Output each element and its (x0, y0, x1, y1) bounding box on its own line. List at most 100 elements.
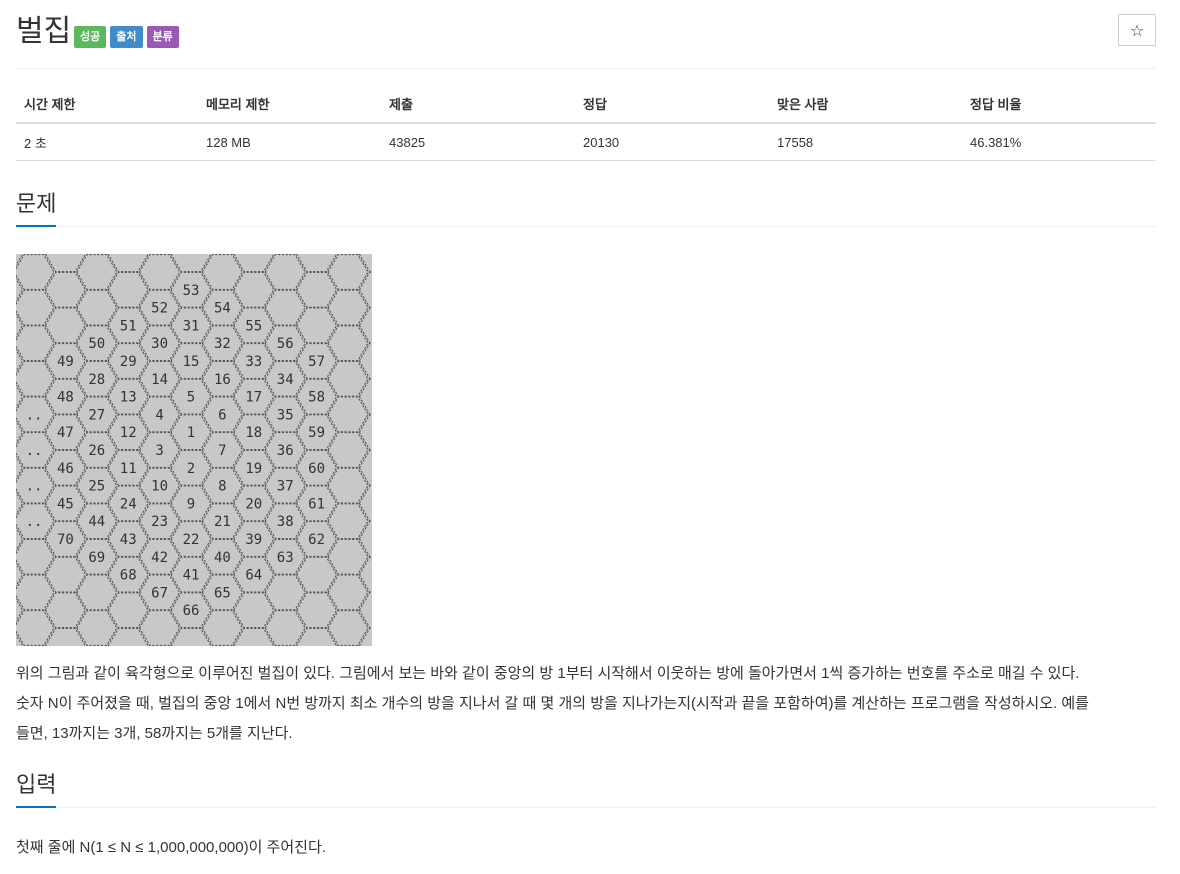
cell-number: 42 (151, 550, 168, 566)
cell-number: 19 (245, 461, 262, 477)
cell-number: 10 (151, 479, 168, 495)
cell-number: 25 (88, 479, 105, 495)
input-section-title: 입력 (16, 770, 57, 808)
cell-number: 70 (57, 532, 74, 548)
value-time-limit: 2 초 (16, 123, 198, 161)
cell-number: 60 (308, 461, 325, 477)
label-success[interactable]: 성공 (74, 26, 107, 48)
cell-number: 59 (308, 425, 325, 441)
cell-number: 41 (183, 568, 200, 584)
cell-number: 28 (88, 372, 105, 388)
header-time-limit: 시간 제한 (16, 84, 198, 124)
cell-number: 24 (120, 496, 137, 512)
problem-title: 벌집 (16, 15, 72, 48)
description-line-1: 위의 그림과 같이 육각형으로 이루어진 벌집이 있다. 그림에서 보는 바와 … (16, 665, 1080, 682)
cell-number: 3 (155, 443, 163, 459)
info-value-row: 2 초 128 MB 43825 20130 17558 46.381% (16, 123, 1156, 161)
cell-number: 69 (88, 550, 105, 566)
cell-number: 11 (120, 461, 137, 477)
problem-page: 벌집 성공 출처 분류 ☆ 시간 제한 메모리 제한 제출 정답 맞은 사람 정… (16, 0, 1156, 856)
cell-number: 15 (183, 354, 200, 370)
cell-number: 18 (245, 425, 262, 441)
cell-number: 6 (218, 407, 226, 423)
info-header-row: 시간 제한 메모리 제한 제출 정답 맞은 사람 정답 비율 (16, 84, 1156, 124)
cell-number: 14 (151, 372, 168, 388)
honeycomb-image: 5352 5451 31 5550 30 32 5649 29 15 33 5728 14 16 3448… (16, 254, 372, 646)
value-solved-users: 17558 (769, 123, 962, 161)
cell-number: 8 (218, 479, 226, 495)
cell-number: 34 (277, 372, 294, 388)
problem-description: 위의 그림과 같이 육각형으로 이루어진 벌집이 있다. 그림에서 보는 바와 … (16, 659, 1166, 749)
cell-number: 62 (308, 532, 325, 548)
cell-number: 32 (214, 336, 231, 352)
header-accepted: 정답 (575, 84, 769, 124)
cell-number: 5 (187, 390, 195, 406)
input-description: 첫째 줄에 N(1 ≤ N ≤ 1,000,000,000)이 주어진다. (16, 839, 326, 856)
cell-number: 49 (57, 354, 74, 370)
cell-number: 37 (277, 479, 294, 495)
cell-number: 63 (277, 550, 294, 566)
cell-number: 4 (155, 407, 163, 423)
cell-number: 29 (120, 354, 137, 370)
cell-number: 66 (183, 603, 200, 619)
cell-number: 39 (245, 532, 262, 548)
cell-number: 54 (214, 301, 231, 317)
cell-number: 47 (57, 425, 74, 441)
cell-number: 12 (120, 425, 137, 441)
cell-number: 65 (214, 585, 231, 601)
favorite-button[interactable]: ☆ (1118, 14, 1156, 46)
cell-number: 50 (88, 336, 105, 352)
value-submissions: 43825 (381, 123, 575, 161)
cell-number: 2 (187, 461, 195, 477)
cell-number: 9 (187, 496, 195, 512)
cell-number: 67 (151, 585, 168, 601)
cell-number: 36 (277, 443, 294, 459)
honeycomb-figure: 53 52 54 51 31 55 50 30 32 56 49 29 15 33 57 28 14 16 34 48… (16, 254, 372, 646)
cell-number: 46 (57, 461, 74, 477)
value-accepted: 20130 (575, 123, 769, 161)
label-source[interactable]: 출처 (110, 26, 143, 48)
cell-number: 40 (214, 550, 231, 566)
cell-number: 56 (277, 336, 294, 352)
cell-number: 44 (88, 514, 105, 530)
cell-number: 17 (245, 390, 262, 406)
cell-number: 64 (245, 568, 262, 584)
cell-number: 7 (218, 443, 226, 459)
label-category[interactable]: 분류 (146, 26, 179, 48)
cell-number: 20 (245, 496, 262, 512)
cell-number: 35 (277, 407, 294, 423)
cell-number: 45 (57, 496, 74, 512)
description-line-2: 숫자 N이 주어졌을 때, 벌집의 중앙 1에서 N번 방까지 최소 개수의 방… (16, 695, 1089, 712)
cell-number: 52 (151, 301, 168, 317)
cell-number: 43 (120, 532, 137, 548)
cell-number: 51 (120, 318, 137, 334)
cell-number: 22 (183, 532, 200, 548)
description-line-3: 들면, 13까지는 3개, 58까지는 5개를 지난다. (16, 725, 293, 742)
input-section-header: 입력 (16, 769, 1156, 808)
cell-number: .. (26, 407, 43, 423)
problem-labels: 성공 출처 분류 (74, 26, 179, 48)
star-icon: ☆ (1129, 20, 1145, 40)
problem-header: 벌집 성공 출처 분류 ☆ (16, 0, 1156, 69)
cell-number: 53 (183, 283, 200, 299)
cell-number: 1 (187, 425, 195, 441)
cell-number: 31 (183, 318, 200, 334)
cell-number: 21 (214, 514, 231, 530)
problem-section-header: 문제 (16, 188, 1156, 227)
cell-number: .. (26, 479, 43, 495)
header-submissions: 제출 (381, 84, 575, 124)
value-accepted-ratio: 46.381% (962, 123, 1156, 161)
cell-number: 61 (308, 496, 325, 512)
header-accepted-ratio: 정답 비율 (962, 84, 1156, 124)
cell-number: 48 (57, 390, 74, 406)
value-memory-limit: 128 MB (198, 123, 381, 161)
cell-number: 38 (277, 514, 294, 530)
header-memory-limit: 메모리 제한 (198, 84, 381, 124)
cell-number: 23 (151, 514, 168, 530)
cell-number: 58 (308, 390, 325, 406)
cell-number: 33 (245, 354, 262, 370)
problem-info-table: 시간 제한 메모리 제한 제출 정답 맞은 사람 정답 비율 2 초 128 M… (16, 84, 1156, 161)
cell-number: 16 (214, 372, 231, 388)
cell-number: 68 (120, 568, 137, 584)
honeycomb-grid (16, 254, 372, 646)
